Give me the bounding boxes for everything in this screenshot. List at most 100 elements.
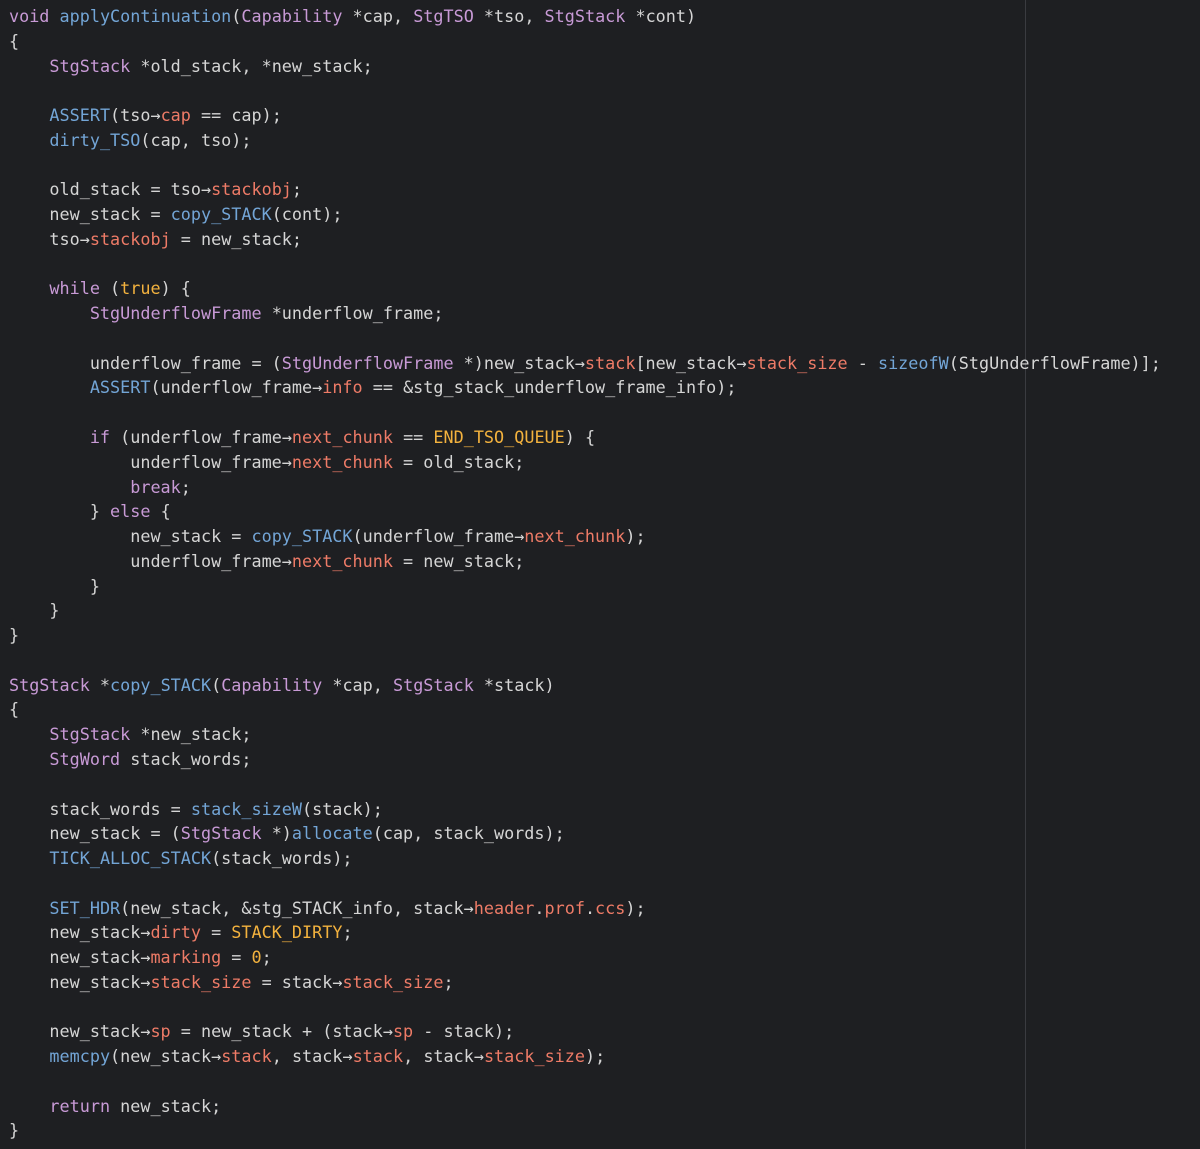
code-token: stack_size	[483, 1046, 585, 1067]
code-token: StgWord	[49, 748, 121, 769]
code-token: →	[140, 971, 151, 992]
code-token: (cap, tso);	[140, 129, 252, 150]
code-block[interactable]: void applyContinuation(Capability *cap, …	[9, 4, 1161, 1143]
code-token: stack	[584, 352, 636, 373]
code-token: copy_STACK	[251, 526, 353, 547]
code-token: →	[79, 228, 90, 249]
code-line: dirty_TSO(cap, tso);	[9, 128, 1161, 153]
code-token: *cap,	[342, 6, 414, 26]
code-token: {	[9, 699, 20, 720]
code-token: →	[463, 897, 474, 918]
code-token: applyContinuation	[59, 6, 232, 26]
code-token: sizeofW	[877, 352, 949, 373]
code-line: new_stack→marking = 0;	[9, 945, 1161, 970]
code-token: ;	[342, 922, 353, 943]
code-token: copy_STACK	[170, 204, 272, 225]
code-token: = new_stack + (stack	[170, 1021, 383, 1042]
code-line: }	[9, 598, 1161, 623]
code-token: StgStack	[180, 823, 262, 844]
code-token: ==	[372, 377, 393, 398]
code-token: →	[312, 377, 323, 398]
code-token: stack	[352, 1046, 404, 1067]
code-token: }	[9, 501, 111, 522]
code-line: new_stack = copy_STACK(underflow_frame→n…	[9, 524, 1161, 549]
code-token: underflow_frame	[9, 451, 282, 472]
code-line: new_stack = copy_STACK(cont);	[9, 202, 1161, 227]
code-token: stack_words;	[120, 748, 252, 769]
code-token: stack_size	[150, 971, 252, 992]
code-token: *stack)	[473, 674, 555, 695]
code-editor[interactable]: void applyContinuation(Capability *cap, …	[0, 0, 1200, 1149]
code-token: (underflow_frame	[110, 427, 282, 448]
code-token: sp	[150, 1021, 171, 1042]
code-token: StgStack	[49, 55, 131, 76]
code-token: next_chunk	[524, 526, 626, 547]
code-token: (cont);	[271, 204, 343, 225]
code-token: prof	[544, 897, 585, 918]
code-token: );	[625, 897, 646, 918]
code-token: ;	[261, 947, 272, 968]
code-token: *)new_stack	[453, 352, 575, 373]
code-token: →	[382, 1021, 393, 1042]
code-line: }	[9, 1118, 1161, 1143]
code-token: →	[281, 550, 292, 571]
code-token: underflow_frame	[9, 550, 282, 571]
code-line: StgStack *copy_STACK(Capability *cap, St…	[9, 673, 1161, 698]
code-token: *	[89, 674, 111, 695]
code-token: →	[281, 427, 292, 448]
code-line: underflow_frame = (StgUnderflowFrame *)n…	[9, 351, 1161, 376]
code-line: {	[9, 29, 1161, 54]
code-line: ASSERT(underflow_frame→info == &stg_stac…	[9, 375, 1161, 400]
code-line: underflow_frame→next_chunk = new_stack;	[9, 549, 1161, 574]
code-line: {	[9, 697, 1161, 722]
code-line: StgStack *old_stack, *new_stack;	[9, 54, 1161, 79]
code-token: void	[9, 6, 50, 26]
code-line: new_stack→stack_size = stack→stack_size;	[9, 970, 1161, 995]
code-token: →	[332, 971, 343, 992]
code-token: =	[221, 947, 252, 968]
code-token: →	[140, 1021, 151, 1042]
code-line: SET_HDR(new_stack, &stg_STACK_info, stac…	[9, 896, 1161, 921]
code-token: }	[9, 625, 20, 646]
code-line: void applyContinuation(Capability *cap, …	[9, 4, 1161, 29]
code-token: allocate	[291, 823, 373, 844]
code-line: ASSERT(tso→cap == cap);	[9, 103, 1161, 128]
code-token: StgTSO	[413, 6, 474, 26]
code-token: sp	[392, 1021, 414, 1042]
code-token: dirty	[150, 922, 201, 943]
code-token: stackobj	[211, 179, 292, 200]
code-token: );	[625, 526, 646, 547]
code-token: →	[211, 1046, 222, 1067]
code-token: stackobj	[89, 228, 171, 249]
code-token: (stack);	[302, 798, 383, 819]
code-token: →	[200, 179, 212, 200]
code-token: marking	[150, 947, 222, 968]
code-token: = new_stack;	[392, 550, 525, 571]
code-token: next_chunk	[291, 550, 393, 571]
code-token: →	[281, 451, 292, 472]
code-token: next_chunk	[291, 427, 393, 448]
code-token: }	[9, 1120, 20, 1141]
code-token: StgStack	[392, 674, 474, 695]
code-line: memcpy(new_stack→stack, stack→stack, sta…	[9, 1044, 1161, 1069]
code-token: ==	[403, 427, 424, 448]
code-token: Capability	[241, 6, 343, 26]
code-line: } else {	[9, 499, 1161, 524]
code-token: true	[120, 278, 161, 299]
code-token: ) {	[564, 427, 596, 448]
code-token: new_stack =	[9, 204, 171, 225]
